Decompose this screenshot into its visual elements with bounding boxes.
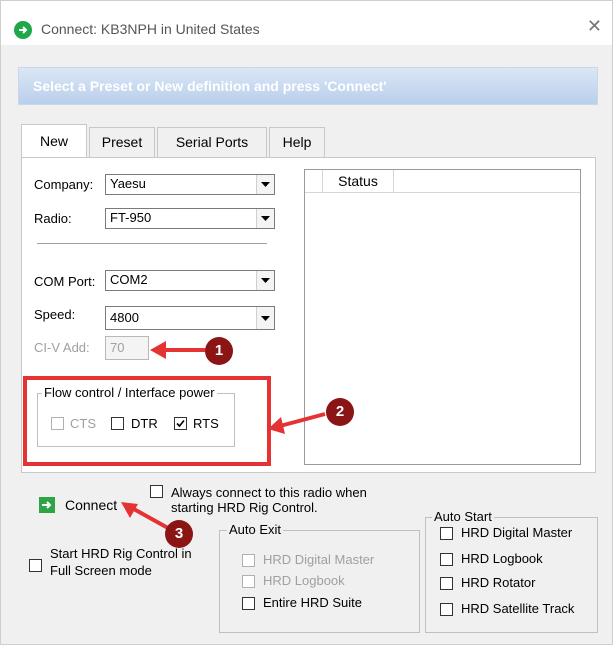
annotation-arrows	[121, 341, 326, 530]
annotation-arrow-1	[150, 341, 205, 359]
annotation-marker-3: 3	[165, 520, 193, 548]
annotation-arrow-2	[268, 412, 326, 434]
annotation-marker-2: 2	[326, 398, 354, 426]
annotation-marker-1: 1	[205, 337, 233, 365]
annotation-arrow-3	[121, 502, 169, 530]
